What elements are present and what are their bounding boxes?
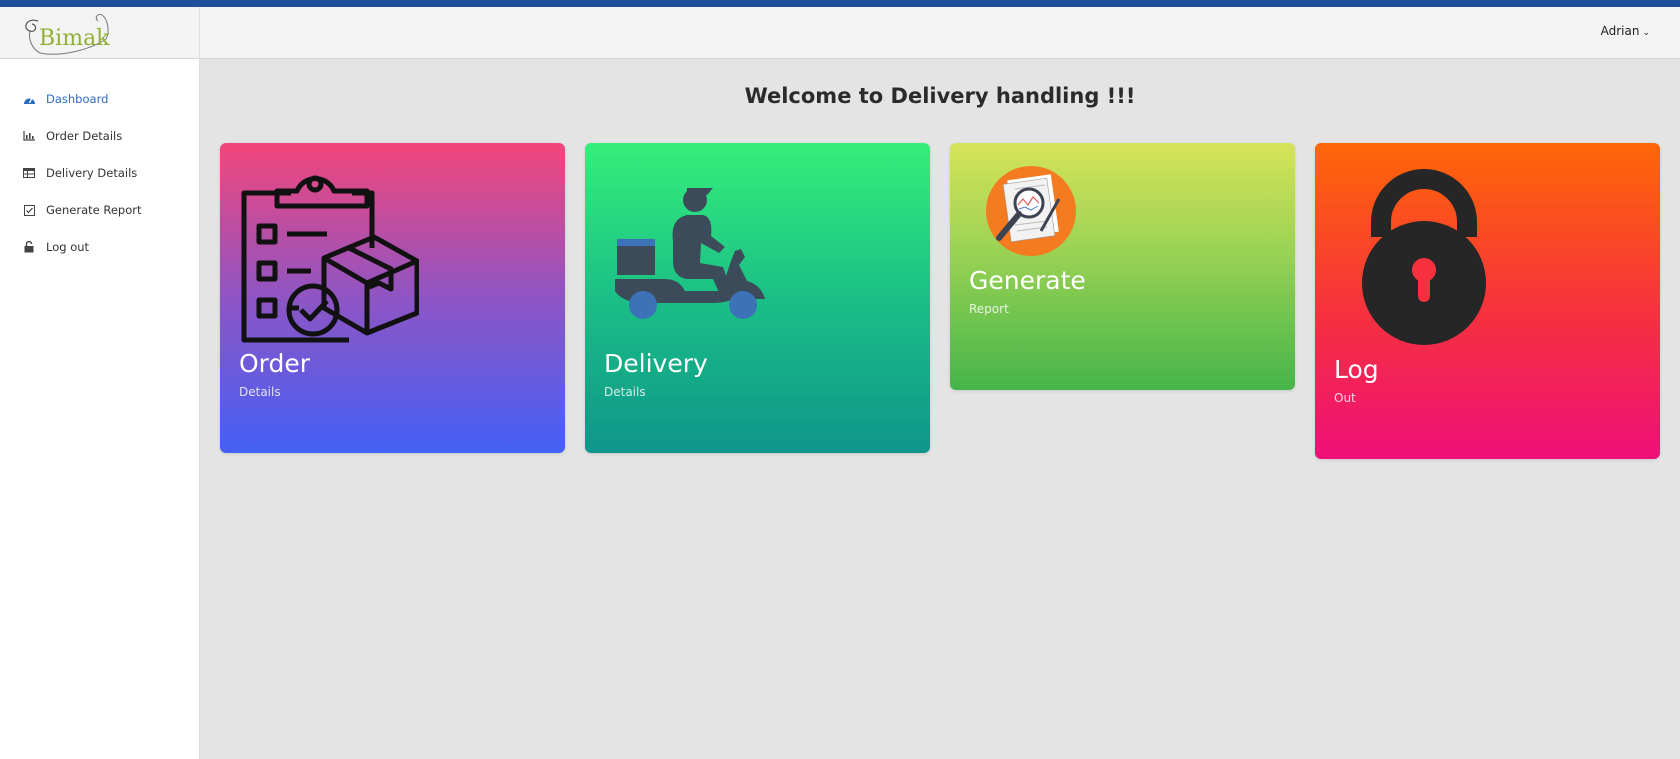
sidebar-item-delivery-details[interactable]: Delivery Details xyxy=(22,163,137,183)
log-out-card[interactable]: Log Out xyxy=(1315,143,1660,459)
user-name: Adrian xyxy=(1600,24,1640,38)
padlock-icon xyxy=(1362,169,1486,345)
sidebar-item-generate-report[interactable]: Generate Report xyxy=(22,200,142,220)
generate-report-card[interactable]: Generate Report xyxy=(950,143,1295,390)
sidebar-item-label: Order Details xyxy=(46,129,123,143)
welcome-heading: Welcome to Delivery handling !!! xyxy=(744,84,1136,108)
bar-chart-icon xyxy=(22,129,36,143)
sidebar-item-label: Delivery Details xyxy=(46,166,138,180)
unlock-icon xyxy=(22,240,36,254)
card-title: Log xyxy=(1334,355,1379,384)
delivery-details-card[interactable]: Delivery Details xyxy=(585,143,930,453)
report-magnifier-icon xyxy=(986,166,1076,256)
card-subtitle: Details xyxy=(239,385,281,399)
order-clipboard-icon xyxy=(241,175,419,343)
dashboard-icon xyxy=(22,92,36,106)
sidebar-item-order-details[interactable]: Order Details xyxy=(22,126,122,146)
card-title: Delivery xyxy=(604,349,708,378)
logo-text: Bimak xyxy=(39,26,110,51)
sidebar-item-log-out[interactable]: Log out xyxy=(22,237,89,257)
delivery-scooter-icon xyxy=(615,188,765,319)
user-menu[interactable]: Adrian ⌄ xyxy=(1601,24,1650,38)
checkbox-icon xyxy=(22,203,36,217)
sidebar: Dashboard Order Details Delivery Details… xyxy=(0,59,200,759)
logo-swirl-icon: Bimak xyxy=(25,14,110,55)
chevron-down-icon: ⌄ xyxy=(1642,28,1650,38)
header-divider xyxy=(199,7,200,59)
top-header: Bimak Adrian ⌄ xyxy=(0,7,1680,59)
sidebar-item-dashboard[interactable]: Dashboard xyxy=(22,89,108,109)
sidebar-item-label: Log out xyxy=(46,240,90,254)
order-details-card[interactable]: Order Details xyxy=(220,143,565,453)
card-subtitle: Details xyxy=(604,385,646,399)
bimak-logo[interactable]: Bimak xyxy=(18,9,113,59)
card-title: Order xyxy=(239,349,311,378)
card-subtitle: Report xyxy=(969,302,1009,316)
card-title: Generate xyxy=(969,266,1086,295)
top-accent-strip xyxy=(0,0,1680,7)
table-icon xyxy=(22,166,36,180)
sidebar-item-label: Generate Report xyxy=(46,203,142,217)
card-subtitle: Out xyxy=(1334,391,1356,405)
sidebar-item-label: Dashboard xyxy=(46,92,109,106)
